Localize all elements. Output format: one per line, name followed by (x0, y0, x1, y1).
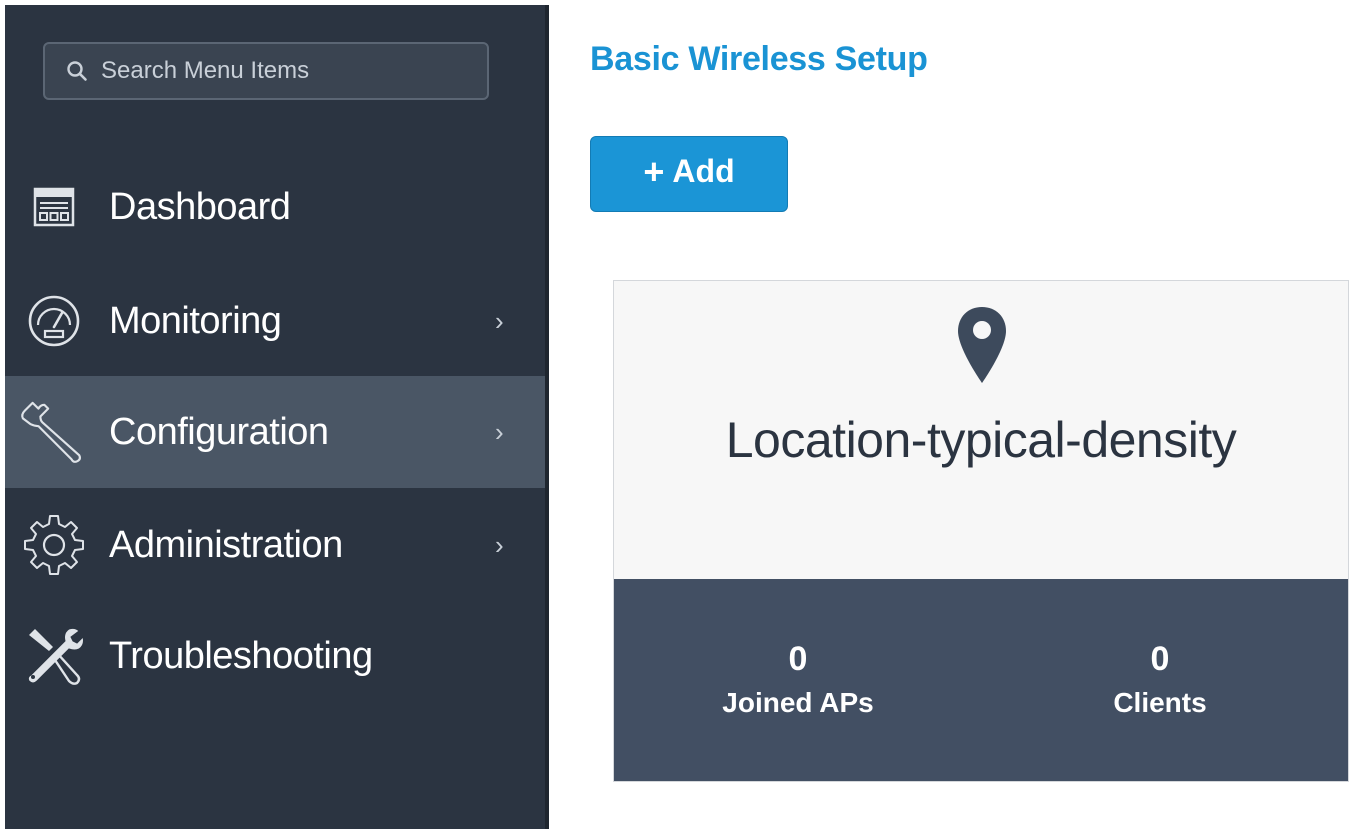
page-title: Basic Wireless Setup (590, 40, 928, 78)
location-card[interactable]: Location-typical-density 0 Joined APs 0 … (613, 280, 1349, 782)
search-icon (65, 59, 89, 83)
wrench-icon (19, 397, 89, 467)
sidebar-item-troubleshooting[interactable]: Troubleshooting (5, 600, 545, 712)
stat-clients: 0 Clients (1040, 639, 1280, 723)
location-name: Location-typical-density (725, 412, 1237, 468)
sidebar-item-administration[interactable]: Administration › (5, 489, 545, 601)
sidebar-divider (545, 5, 549, 829)
sidebar-item-dashboard[interactable]: Dashboard (5, 151, 545, 263)
search-box[interactable] (43, 42, 489, 100)
chevron-right-icon: › (495, 416, 504, 447)
chevron-right-icon: › (495, 305, 504, 336)
add-button-label: Add (672, 153, 735, 189)
stat-value: 0 (788, 640, 808, 678)
search-input[interactable] (101, 57, 461, 85)
location-pin-icon (958, 307, 1006, 383)
dashboard-icon (19, 172, 89, 242)
plus-icon: + (643, 150, 665, 192)
tools-icon (19, 621, 89, 691)
sidebar-item-label: Monitoring (109, 299, 282, 342)
gear-icon (19, 510, 89, 580)
sidebar-item-configuration[interactable]: Configuration › (5, 376, 545, 488)
stat-joined-aps: 0 Joined APs (678, 639, 918, 723)
chevron-right-icon: › (495, 529, 504, 560)
stat-label: Joined APs (722, 687, 874, 718)
app-window: Dashboard Monitoring › Configur (0, 0, 1351, 829)
location-card-stats: 0 Joined APs 0 Clients (614, 579, 1348, 781)
sidebar-item-label: Configuration (109, 410, 329, 453)
sidebar: Dashboard Monitoring › Configur (5, 5, 545, 829)
stat-label: Clients (1113, 687, 1207, 718)
sidebar-item-monitoring[interactable]: Monitoring › (5, 265, 545, 377)
sidebar-item-label: Troubleshooting (109, 634, 373, 677)
sidebar-item-label: Dashboard (109, 185, 291, 228)
location-card-header: Location-typical-density (614, 281, 1348, 579)
sidebar-item-label: Administration (109, 523, 343, 566)
gauge-icon (19, 286, 89, 356)
stat-value: 0 (1150, 640, 1170, 678)
add-button[interactable]: + Add (590, 136, 788, 212)
